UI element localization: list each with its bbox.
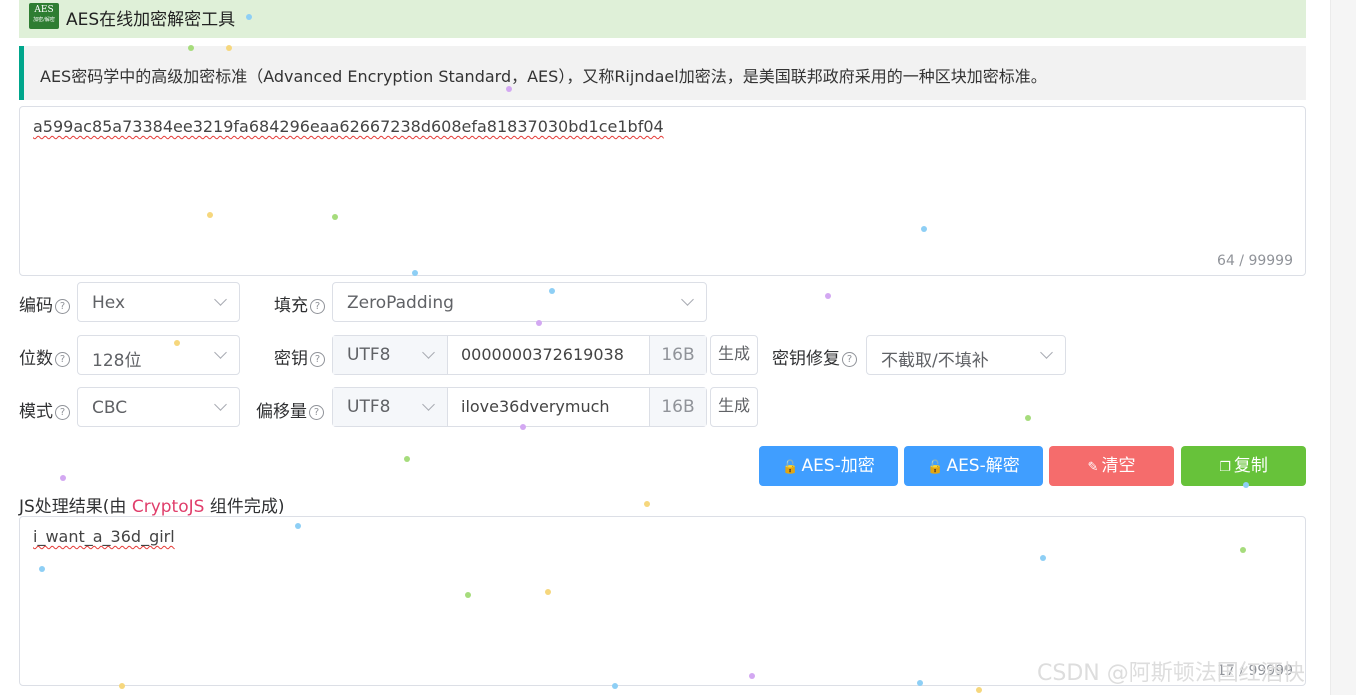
- copy-icon: ❐: [1219, 460, 1231, 475]
- help-icon[interactable]: ?: [842, 352, 857, 367]
- mode-select[interactable]: CBC: [77, 387, 240, 427]
- cryptojs-link[interactable]: CryptoJS: [132, 497, 205, 517]
- page-scrollbar-gutter[interactable]: [1330, 0, 1356, 695]
- app-title: AES在线加密解密工具: [66, 10, 236, 30]
- key-label: 密钥?: [274, 344, 325, 369]
- description-banner: AES密码学中的高级加密标准（Advanced Encryption Stand…: [19, 46, 1306, 100]
- key-fix-select[interactable]: 不截取/不填补: [866, 335, 1066, 375]
- brush-icon: ✎: [1087, 460, 1099, 475]
- app-header: AES 加密/解密 AES在线加密解密工具: [19, 0, 1306, 38]
- lock-icon: 🔓: [927, 460, 944, 475]
- chevron-down-icon: [681, 293, 694, 306]
- padding-select[interactable]: ZeroPadding: [332, 282, 707, 322]
- bits-label: 位数?: [19, 344, 70, 369]
- help-icon[interactable]: ?: [55, 405, 70, 420]
- encoding-select[interactable]: Hex: [77, 282, 240, 322]
- help-icon[interactable]: ?: [310, 299, 325, 314]
- clear-button[interactable]: ✎ 清空: [1049, 446, 1174, 486]
- bits-select[interactable]: 128位: [77, 335, 240, 375]
- iv-input-group: UTF8 ilove36dverymuch 16B: [332, 387, 707, 427]
- key-input[interactable]: 0000000372619038: [461, 345, 624, 364]
- description-text: AES密码学中的高级加密标准（Advanced Encryption Stand…: [40, 67, 1047, 86]
- chevron-down-icon: [214, 346, 227, 359]
- help-icon[interactable]: ?: [55, 352, 70, 367]
- key-fix-label: 密钥修复?: [772, 344, 857, 369]
- aes-logo: AES 加密/解密: [29, 3, 59, 29]
- help-icon[interactable]: ?: [55, 299, 70, 314]
- csdn-watermark: CSDN @阿斯顿法国红酒快: [1037, 661, 1305, 686]
- help-icon[interactable]: ?: [310, 352, 325, 367]
- result-label: JS处理结果(由 CryptoJS 组件完成): [19, 497, 285, 517]
- chevron-down-icon: [214, 398, 227, 411]
- help-icon[interactable]: ?: [309, 405, 324, 420]
- key-charset-select[interactable]: UTF8: [333, 336, 448, 374]
- input-value: a599ac85a73384ee3219fa684296eaa62667238d…: [33, 117, 664, 136]
- iv-size: 16B: [649, 388, 706, 426]
- generate-key-button[interactable]: 生成: [710, 335, 758, 375]
- chevron-down-icon: [422, 398, 435, 411]
- key-size: 16B: [649, 336, 706, 374]
- generate-iv-button[interactable]: 生成: [710, 387, 758, 427]
- chevron-down-icon: [1040, 346, 1053, 359]
- iv-label: 偏移量?: [256, 397, 324, 422]
- encoding-label: 编码?: [19, 291, 70, 316]
- key-input-group: UTF8 0000000372619038 16B: [332, 335, 707, 375]
- chevron-down-icon: [422, 346, 435, 359]
- iv-charset-select[interactable]: UTF8: [333, 388, 448, 426]
- mode-label: 模式?: [19, 397, 70, 422]
- chevron-down-icon: [214, 293, 227, 306]
- aes-decrypt-button[interactable]: 🔓 AES-解密: [904, 446, 1043, 486]
- input-textarea[interactable]: a599ac85a73384ee3219fa684296eaa62667238d…: [19, 106, 1306, 276]
- padding-label: 填充?: [274, 291, 325, 316]
- lock-icon: 🔓: [782, 460, 799, 475]
- output-value: i_want_a_36d_girl: [33, 527, 175, 546]
- input-char-counter: 64 / 99999: [1217, 253, 1293, 269]
- iv-input[interactable]: ilove36dverymuch: [461, 397, 610, 416]
- aes-encrypt-button[interactable]: 🔓 AES-加密: [759, 446, 898, 486]
- copy-button[interactable]: ❐ 复制: [1181, 446, 1306, 486]
